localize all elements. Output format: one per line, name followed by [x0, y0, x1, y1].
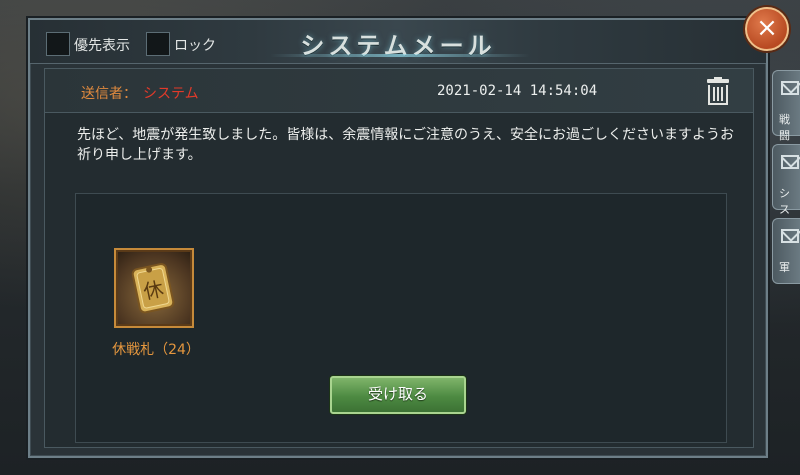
close-button[interactable]: × — [745, 7, 789, 51]
side-tab-label: 軍 — [779, 261, 790, 274]
sender-name: システム — [143, 86, 199, 102]
talisman-icon: 休 — [131, 263, 175, 314]
side-tab-army-mail[interactable]: 軍 — [772, 218, 800, 284]
envelope-icon — [781, 229, 799, 243]
panel-header: 優先表示 ロック システムメール — [30, 20, 766, 64]
receive-button[interactable]: 受け取る — [330, 376, 466, 414]
side-tab-system-mail[interactable]: シス — [772, 144, 800, 216]
sender-label: 送信者： — [81, 86, 137, 102]
mail-content: 送信者： システム 2021-02-14 14:54:04 先ほど、地震が発生致… — [44, 68, 754, 448]
side-tab-label: 戦闘 — [779, 113, 790, 142]
envelope-icon — [781, 81, 799, 95]
item-slot[interactable]: 休 — [114, 248, 194, 328]
envelope-icon — [781, 155, 799, 169]
side-tab-strip: 戦闘 シス 軍 — [772, 70, 800, 300]
title-glow — [270, 54, 530, 57]
attachment-box: 休 休戦札（24） 受け取る — [75, 193, 727, 443]
mail-timestamp: 2021-02-14 14:54:04 — [437, 83, 598, 99]
mail-panel: 優先表示 ロック システムメール 送信者： システム 2021-02-14 14… — [28, 18, 768, 458]
side-tab-label: シス — [779, 187, 790, 216]
mail-info-bar: 送信者： システム 2021-02-14 14:54:04 — [45, 69, 753, 113]
mail-message: 先ほど、地震が発生致しました。皆様は、余震情報にご注意のうえ、安全にお過ごしくだ… — [77, 127, 735, 163]
item-label: 休戦札（24） — [112, 342, 200, 358]
close-icon: × — [756, 13, 778, 43]
side-tab-battle-mail[interactable]: 戦闘 — [772, 70, 800, 142]
trash-icon[interactable] — [705, 77, 731, 107]
